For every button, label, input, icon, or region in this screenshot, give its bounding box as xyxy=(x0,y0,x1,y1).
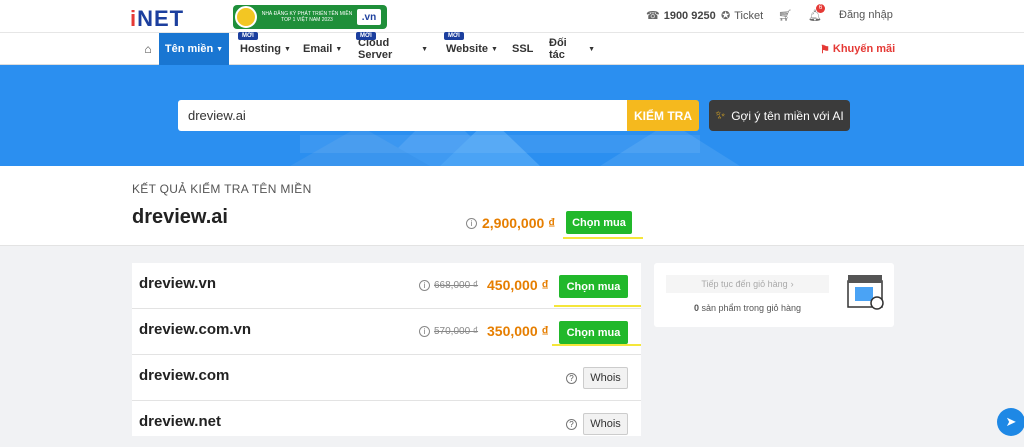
buy-button[interactable]: Chọn mua xyxy=(566,211,632,234)
sparkle-icon: ✨︎ xyxy=(715,108,726,122)
result-domain: dreview.ai xyxy=(132,206,228,228)
nav-item-hosting[interactable]: MỚI Hosting ▼ xyxy=(238,32,291,65)
old-price: 570,000 ₫ xyxy=(434,326,479,337)
nav-item-ssl[interactable]: SSL xyxy=(512,33,536,65)
buy-button[interactable]: Chọn mua xyxy=(559,275,628,298)
list-item: dreview.com.vn i 570,000 ₫ 350,000 ₫ Chọ… xyxy=(132,309,641,355)
result-label: KẾT QUẢ KIỂM TRA TÊN MIỀN xyxy=(132,182,312,196)
chevron-down-icon: ▼ xyxy=(421,45,428,53)
domain-list: dreview.vn i 668,000 ₫ 450,000 ₫ Chọn mu… xyxy=(132,263,641,436)
list-item-price: 450,000 ₫ xyxy=(487,277,549,293)
home-icon: ⌂ xyxy=(144,42,152,56)
result-price: 2,900,000 ₫ xyxy=(482,215,556,231)
nav-item-partners[interactable]: Đối tác ▼ xyxy=(549,33,595,65)
chevron-down-icon: ▼ xyxy=(490,45,498,53)
info-icon[interactable]: i xyxy=(419,326,430,337)
highlight-mark xyxy=(552,344,641,346)
result-price-group: i 2,900,000 ₫ xyxy=(466,215,555,231)
domain-search-input[interactable] xyxy=(178,100,627,131)
home-link[interactable]: ⌂ xyxy=(138,33,158,65)
main-nav: ⌂ Tên miền ▼ MỚI Hosting ▼ Email ▼ MỚI Clou… xyxy=(0,32,1024,65)
top-bar: iNET NHÀ ĐĂNG KÝ PHÁT TRIỂN TÊN MIỀN TOP… xyxy=(0,0,1024,33)
whois-button[interactable]: Whois xyxy=(583,413,628,435)
new-tag: MỚI xyxy=(444,32,464,40)
whois-button[interactable]: Whois xyxy=(583,367,628,389)
new-tag: MỚI xyxy=(356,32,376,40)
check-button[interactable]: KIỂM TRA xyxy=(627,100,699,131)
highlight-mark xyxy=(563,237,643,239)
ai-suggest-button[interactable]: ✨︎ Gợi ý tên miền với AI xyxy=(709,100,850,131)
list-item: dreview.vn i 668,000 ₫ 450,000 ₫ Chọn mu… xyxy=(132,263,641,309)
gear-icon: ✪ xyxy=(721,10,731,22)
cart-count: 0 sản phẩm trong giỏ hàng xyxy=(693,303,802,313)
award-text: NHÀ ĐĂNG KÝ PHÁT TRIỂN TÊN MIỀN TOP 1 VI… xyxy=(261,11,353,23)
nav-item-domain[interactable]: Tên miền ▼ xyxy=(159,33,229,65)
chevron-down-icon: ▼ xyxy=(283,45,291,53)
highlight-mark xyxy=(554,305,641,307)
list-item-domain: dreview.com xyxy=(139,367,230,384)
flag-icon: ⚑ xyxy=(820,43,830,56)
nav-item-cloud-server[interactable]: MỚI Cloud Server ▼ xyxy=(356,32,428,65)
list-item: dreview.com ? Whois xyxy=(132,355,641,401)
shop-illustration-icon xyxy=(847,275,884,310)
chevron-down-icon: ▼ xyxy=(216,45,224,53)
info-icon[interactable]: i xyxy=(466,217,477,229)
award-badge[interactable]: NHÀ ĐĂNG KÝ PHÁT TRIỂN TÊN MIỀN TOP 1 VI… xyxy=(233,5,387,29)
list-item-price: 350,000 ₫ xyxy=(487,323,549,339)
new-tag: MỚI xyxy=(238,32,258,40)
chat-button[interactable]: ➤ xyxy=(997,408,1024,436)
cart-icon: 🛒︎ xyxy=(778,10,792,22)
notification-count: 6 xyxy=(816,4,825,13)
hero-illustration xyxy=(300,135,700,153)
chevron-right-icon: › xyxy=(790,279,794,289)
info-icon[interactable]: i xyxy=(419,280,430,291)
promo-link[interactable]: ⚑ Khuyến mãi xyxy=(820,33,895,65)
cart-link[interactable]: 🛒︎ xyxy=(778,9,796,22)
cart-widget: Tiếp tục đến giỏ hàng › 0 sản phẩm trong … xyxy=(654,263,894,327)
login-link[interactable]: Đăng nhập xyxy=(839,9,893,21)
send-icon: ➤ xyxy=(1005,414,1017,429)
ticket-link[interactable]: ✪ Ticket xyxy=(721,9,763,23)
nav-item-email[interactable]: Email ▼ xyxy=(303,33,343,65)
inet-logo[interactable]: iNET xyxy=(130,6,184,32)
help-icon[interactable]: ? xyxy=(566,373,577,384)
phone-icon: ☎ xyxy=(646,10,660,22)
help-icon[interactable]: ? xyxy=(566,419,577,430)
continue-to-cart-button[interactable]: Tiếp tục đến giỏ hàng › xyxy=(666,275,829,293)
list-item: dreview.net ? Whois xyxy=(132,401,641,447)
award-seal-icon xyxy=(235,6,257,28)
buy-button[interactable]: Chọn mua xyxy=(559,321,628,344)
chevron-down-icon: ▼ xyxy=(588,45,595,53)
vn-logo: .vn xyxy=(357,9,381,25)
chevron-down-icon: ▼ xyxy=(335,45,343,53)
list-item-domain: dreview.net xyxy=(139,413,221,430)
nav-item-website[interactable]: MỚI Website ▼ xyxy=(444,32,498,65)
old-price: 668,000 ₫ xyxy=(434,280,479,291)
list-item-domain: dreview.com.vn xyxy=(139,321,251,338)
phone-link[interactable]: ☎ 1900 9250 xyxy=(646,9,716,23)
list-item-domain: dreview.vn xyxy=(139,275,216,292)
